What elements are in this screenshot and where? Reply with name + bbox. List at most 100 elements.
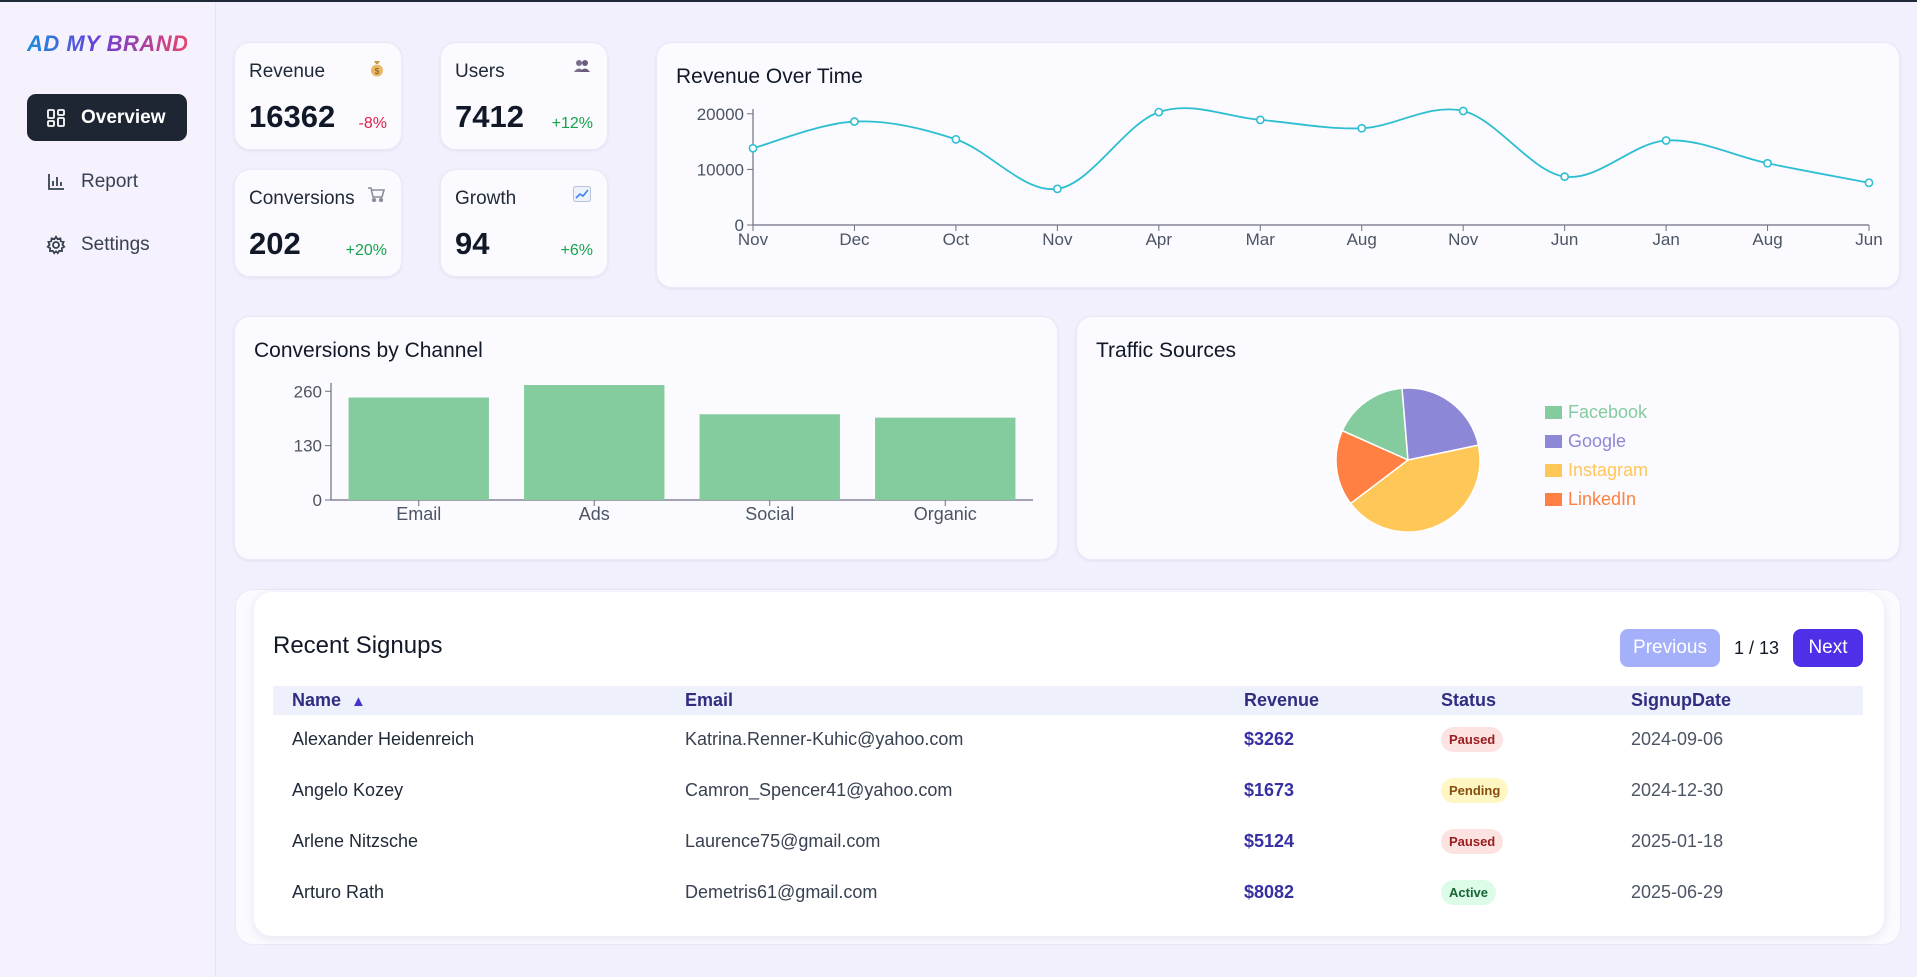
revenue-line-chart: 01000020000Nov Dec Oct Nov Apr Mar Aug Nov Jun Ja… xyxy=(697,105,1883,249)
table-row[interactable]: Angelo Kozey Camron_Spencer41@yahoo.com … xyxy=(273,766,1863,817)
cell-name: Angelo Kozey xyxy=(292,780,404,800)
data-point xyxy=(850,117,859,126)
sidebar-item-report[interactable]: Report xyxy=(27,158,187,205)
column-header-signupdate[interactable]: SignupDate xyxy=(1631,690,1731,711)
data-point xyxy=(1255,115,1265,125)
stat-change: +20% xyxy=(345,242,387,259)
table-row[interactable]: Alexander Heidenreich Katrina.Renner-Kuh… xyxy=(273,715,1863,766)
stat-value: 202 xyxy=(249,226,301,261)
stat-value: 94 xyxy=(455,226,490,261)
cell-email: Katrina.Renner-Kuhic@yahoo.com xyxy=(685,729,964,749)
x-tick-label: Nov xyxy=(1448,230,1479,249)
recent-signups-section: Recent Signups Previous 1 / 13 Next Name… xyxy=(235,589,1901,945)
data-point xyxy=(1560,172,1570,182)
legend-swatch-linkedin xyxy=(1545,493,1562,506)
y-tick-label: 10000 xyxy=(697,160,744,179)
stat-card-conversions: Conversions 202 +20% xyxy=(234,169,402,277)
table-header: Name ▲ Email Revenue Status SignupDate xyxy=(273,686,1863,715)
x-tick-label: Organic xyxy=(914,504,977,524)
stat-change: +6% xyxy=(560,242,593,259)
cart-icon xyxy=(367,186,386,207)
table-row[interactable]: Arlene Nitzsche Laurence75@gmail.com $51… xyxy=(273,817,1863,868)
trend-chart-icon xyxy=(573,186,591,207)
x-tick-label: Mar xyxy=(1246,230,1276,249)
x-tick-label: Jun xyxy=(1855,230,1882,249)
data-point xyxy=(1458,106,1468,116)
revenue-series-line xyxy=(752,107,1870,190)
column-header-name[interactable]: Name ▲ xyxy=(292,690,366,711)
x-tick-label: Oct xyxy=(943,230,970,249)
cell-name: Arturo Rath xyxy=(292,882,385,902)
y-tick-label: 20000 xyxy=(697,105,744,124)
data-point xyxy=(748,143,758,153)
recent-signups-card: Recent Signups Previous 1 / 13 Next Name… xyxy=(254,592,1884,936)
status-badge: Paused xyxy=(1441,829,1504,854)
column-header-revenue[interactable]: Revenue xyxy=(1244,690,1319,711)
legend-label-google: Google xyxy=(1568,431,1626,451)
traffic-pie-chart: Facebook Google Instagram LinkedIn xyxy=(1335,387,1648,533)
revenue-over-time-card: Revenue Over Time 0 10000 20000 Nov Dec Oct No… xyxy=(656,42,1900,288)
next-button[interactable]: Next xyxy=(1793,629,1863,667)
conversions-bar-chart: 0 130 260 Email Ads Social Organic xyxy=(294,382,1033,524)
legend-swatch-instagram xyxy=(1545,464,1562,477)
stat-card-growth: Growth 94 +6% xyxy=(440,169,608,277)
cell-signup-date: 2024-09-06 xyxy=(1631,729,1724,749)
x-tick-label: Email xyxy=(396,504,441,524)
legend-swatch-google xyxy=(1545,435,1562,448)
data-point xyxy=(1154,107,1164,117)
sidebar-item-label: Settings xyxy=(81,233,150,255)
cell-email: Laurence75@gmail.com xyxy=(685,831,881,851)
sidebar-item-settings[interactable]: Settings xyxy=(27,221,187,268)
brand-logo[interactable]: AD MY BRAND xyxy=(27,28,187,60)
cell-revenue: $3262 xyxy=(1244,729,1295,749)
stat-card-revenue: Revenue $ 16362 -8% xyxy=(234,42,402,150)
bar-organic xyxy=(875,417,1016,500)
legend-label-linkedin: LinkedIn xyxy=(1568,489,1636,509)
svg-text:AD MY BRAND: AD MY BRAND xyxy=(27,31,187,56)
legend-label-instagram: Instagram xyxy=(1568,460,1648,480)
cell-email: Camron_Spencer41@yahoo.com xyxy=(685,780,953,800)
cell-revenue: $5124 xyxy=(1244,831,1295,851)
previous-button[interactable]: Previous xyxy=(1620,629,1720,667)
cell-signup-date: 2025-01-18 xyxy=(1631,831,1724,851)
cell-name: Arlene Nitzsche xyxy=(292,831,419,851)
column-header-email[interactable]: Email xyxy=(685,690,733,711)
cell-email: Demetris61@gmail.com xyxy=(685,882,878,902)
stat-change: +12% xyxy=(551,115,593,132)
cell-revenue: $1673 xyxy=(1244,780,1295,800)
y-tick-label: 130 xyxy=(294,437,322,456)
legend-swatch-facebook xyxy=(1545,406,1562,419)
cell-signup-date: 2024-12-30 xyxy=(1631,780,1724,800)
data-point xyxy=(951,134,961,144)
stat-value: 16362 xyxy=(249,99,336,134)
x-tick-label: Apr xyxy=(1146,230,1173,249)
x-tick-label: Nov xyxy=(1042,230,1073,249)
x-tick-label: Dec xyxy=(839,230,870,249)
stat-change: -8% xyxy=(358,115,387,132)
x-tick-label: Nov xyxy=(738,230,769,249)
sort-ascending-icon: ▲ xyxy=(351,693,366,710)
sidebar: AD MY BRAND Overview Report Settings xyxy=(0,2,216,977)
bar-social xyxy=(699,414,840,500)
bar-ads xyxy=(524,385,665,500)
conversions-by-channel-card: Conversions by Channel 0 130 260 Email Ads So… xyxy=(234,316,1058,560)
data-point xyxy=(1661,136,1671,145)
bar-chart-icon xyxy=(45,171,67,193)
traffic-sources-card: Traffic Sources Facebook Google Instagram L… xyxy=(1076,316,1900,560)
data-point xyxy=(1357,123,1367,133)
sidebar-item-overview[interactable]: Overview xyxy=(27,94,187,141)
stat-card-users: Users 7412 +12% xyxy=(440,42,608,150)
cell-name: Alexander Heidenreich xyxy=(292,729,475,749)
page-indicator: 1 / 13 xyxy=(1734,638,1780,658)
y-tick-label: 260 xyxy=(294,382,322,401)
cell-revenue: $8082 xyxy=(1244,882,1295,902)
stat-value: 7412 xyxy=(455,99,524,134)
svg-text:$: $ xyxy=(375,67,380,76)
table-title: Recent Signups xyxy=(273,632,443,659)
x-tick-label: Aug xyxy=(1752,230,1782,249)
column-header-status[interactable]: Status xyxy=(1441,690,1496,711)
status-badge: Active xyxy=(1441,880,1497,905)
cell-signup-date: 2025-06-29 xyxy=(1631,882,1724,902)
y-tick-label: 0 xyxy=(313,491,322,510)
table-row[interactable]: Arturo Rath Demetris61@gmail.com $8082 A… xyxy=(273,868,1863,919)
